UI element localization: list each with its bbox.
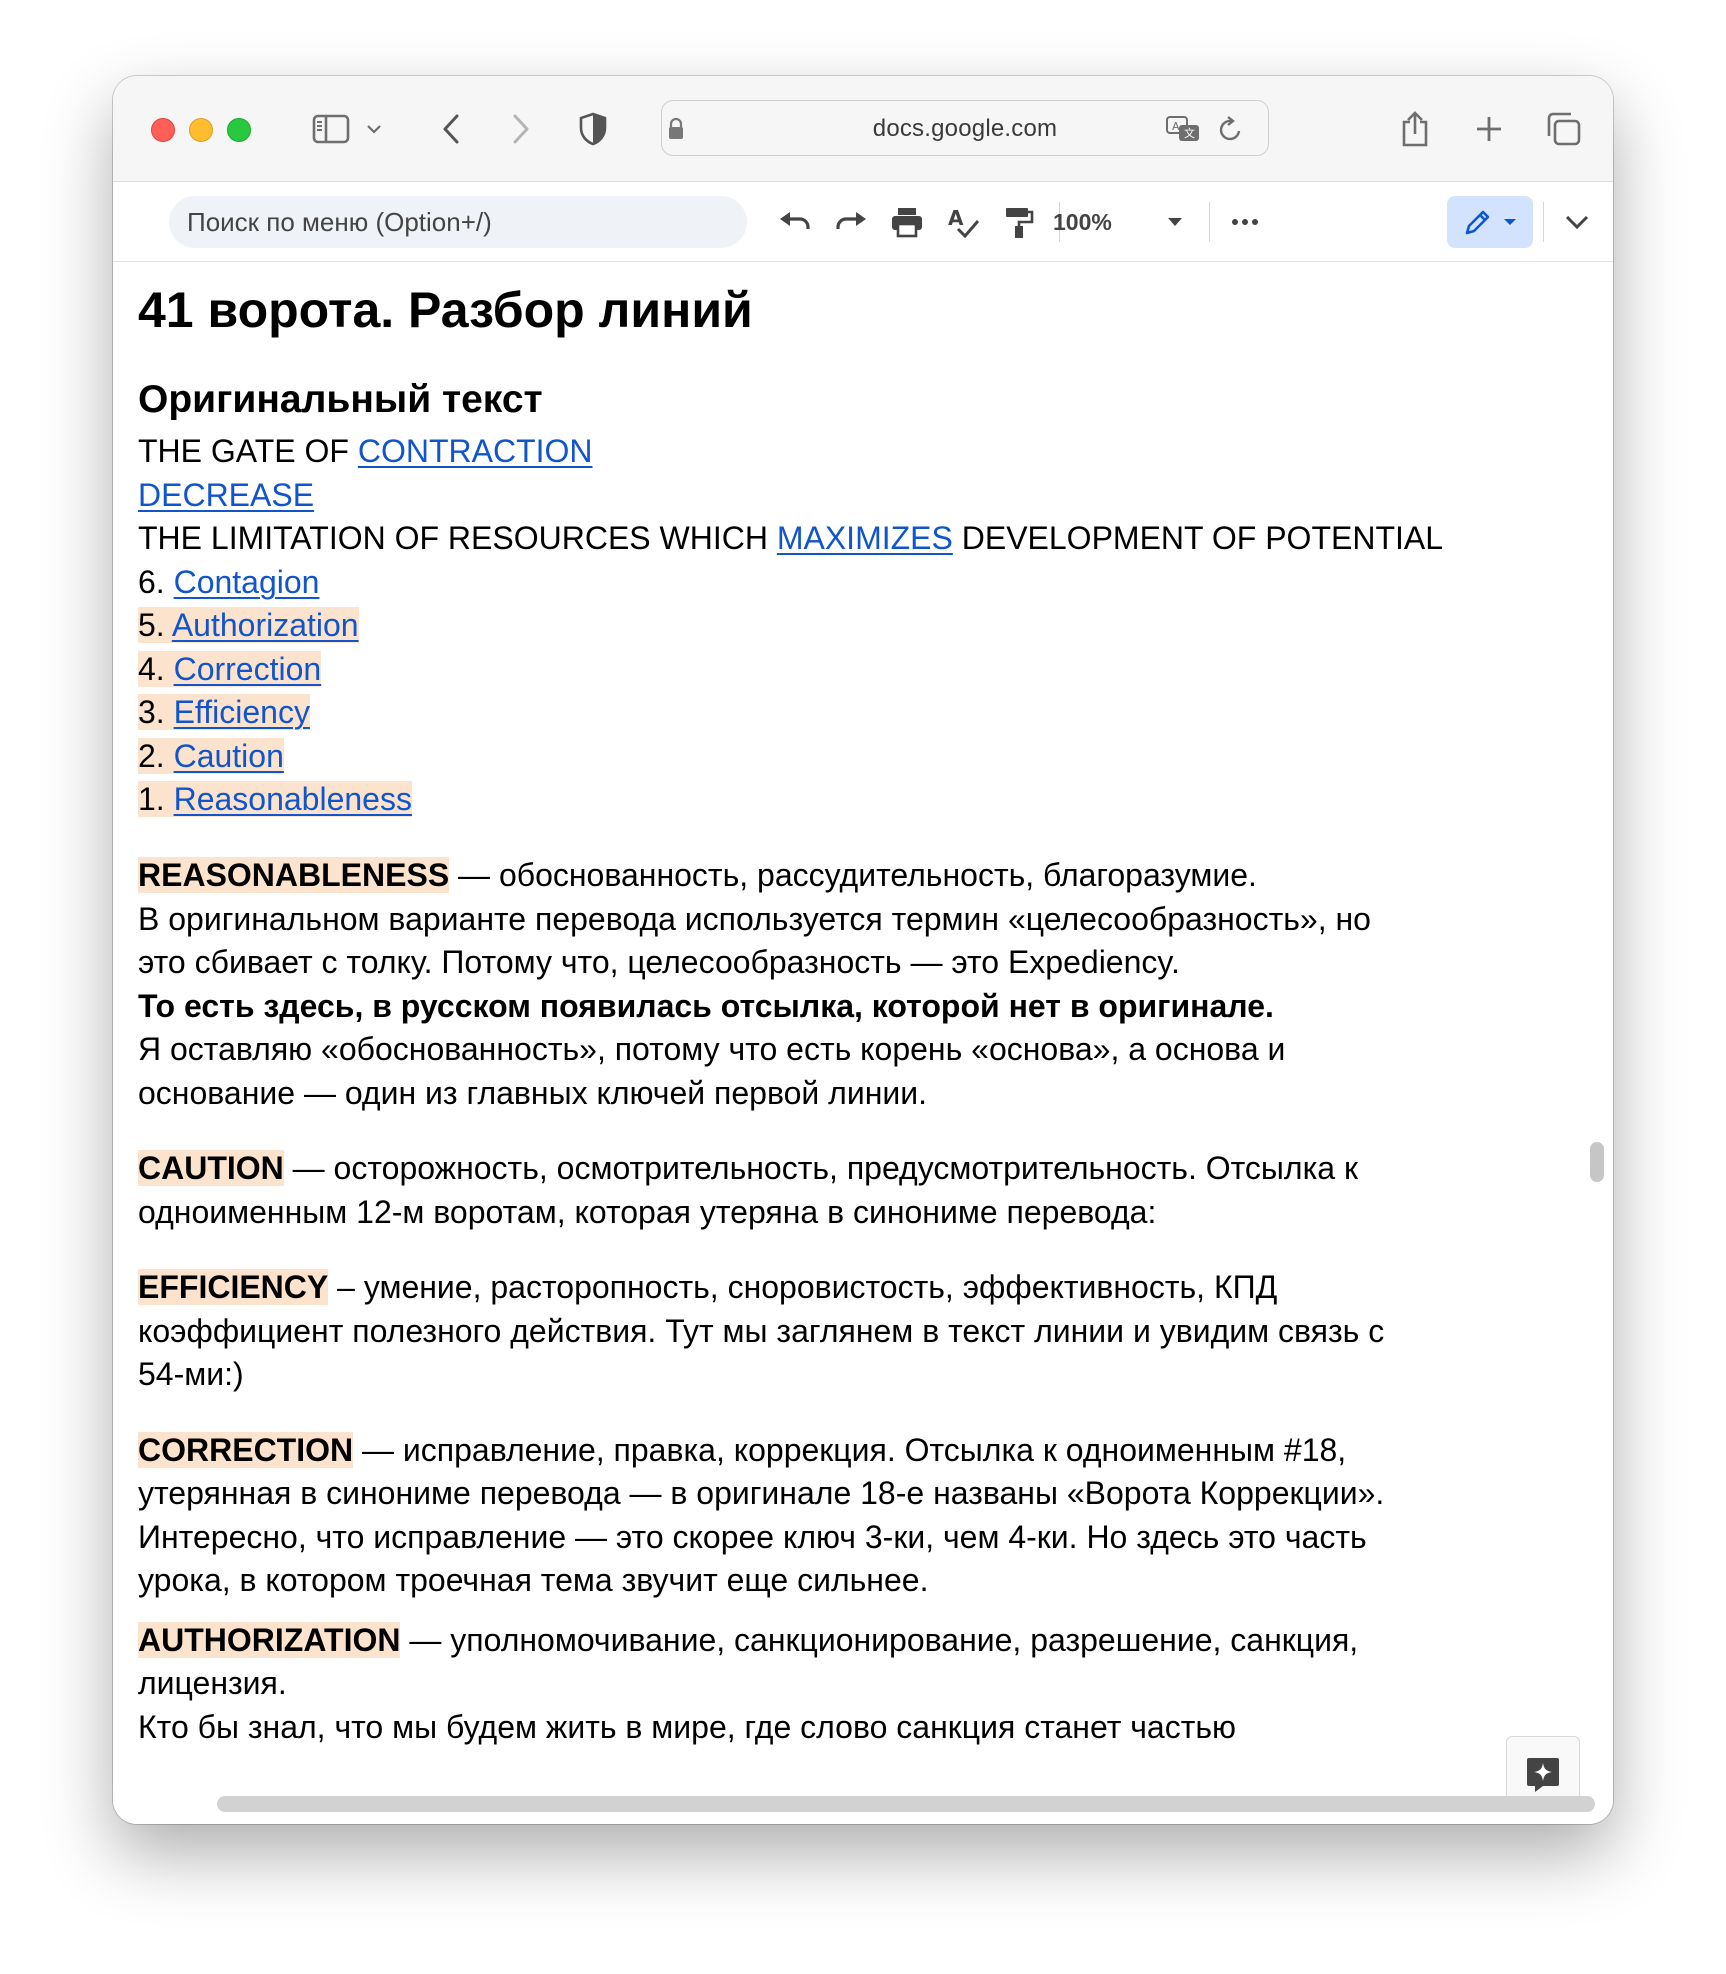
browser-window: docs.google.com A文 Поиск по меню (Option… bbox=[113, 76, 1613, 1824]
maximizes-link[interactable]: MAXIMIZES bbox=[777, 520, 953, 556]
horizontal-scrollbar[interactable] bbox=[217, 1796, 1595, 1812]
term-authorization: AUTHORIZATION bbox=[138, 1622, 401, 1658]
paragraph-line: 54-ми:) bbox=[138, 1356, 244, 1392]
tabs-icon[interactable] bbox=[1541, 106, 1585, 152]
decrease-line: DECREASE bbox=[138, 474, 314, 518]
zoom-dropdown-icon[interactable] bbox=[1161, 200, 1189, 244]
close-window-button[interactable] bbox=[151, 118, 175, 142]
paint-format-icon[interactable] bbox=[997, 200, 1041, 244]
paragraph-line: Кто бы знал, что мы будем жить в мире, г… bbox=[138, 1709, 1237, 1745]
browser-toolbar: docs.google.com A文 bbox=[113, 76, 1613, 182]
gemini-icon bbox=[1527, 1758, 1559, 1792]
paragraph-line: урока, в котором троечная тема звучит ещ… bbox=[138, 1562, 929, 1598]
efficiency-definition: EFFICIENCY – умение, расторопность, снор… bbox=[138, 1269, 1278, 1305]
decrease-link[interactable]: DECREASE bbox=[138, 477, 314, 513]
contraction-link[interactable]: CONTRACTION bbox=[358, 433, 593, 469]
address-bar[interactable]: docs.google.com A文 bbox=[661, 100, 1269, 156]
forward-icon[interactable] bbox=[503, 106, 539, 152]
undo-icon[interactable] bbox=[773, 200, 817, 244]
collapse-toolbar-icon[interactable] bbox=[1557, 200, 1597, 244]
document-canvas[interactable]: 41 ворота. Разбор линий Оригинальный тек… bbox=[113, 262, 1613, 1824]
paragraph-line: лицензия. bbox=[138, 1665, 287, 1701]
term-efficiency: EFFICIENCY bbox=[138, 1269, 329, 1305]
docs-toolbar: Поиск по меню (Option+/) A 100% bbox=[113, 182, 1613, 262]
maximize-window-button[interactable] bbox=[227, 118, 251, 142]
line-item: 2. Caution bbox=[138, 738, 284, 774]
svg-text:A: A bbox=[1172, 120, 1180, 133]
back-icon[interactable] bbox=[433, 106, 469, 152]
contagion-link[interactable]: Contagion bbox=[174, 564, 320, 600]
minimize-window-button[interactable] bbox=[189, 118, 213, 142]
term-reasonableness: REASONABLENESS bbox=[138, 857, 450, 893]
share-icon[interactable] bbox=[1395, 106, 1435, 152]
reasonableness-definition: REASONABLENESS — обоснованность, рассуди… bbox=[138, 857, 1257, 893]
paragraph-line: коэффициент полезного действия. Тут мы з… bbox=[138, 1313, 1385, 1349]
correction-link[interactable]: Correction bbox=[174, 651, 322, 687]
menu-search-input[interactable]: Поиск по меню (Option+/) bbox=[169, 196, 747, 248]
authorization-definition: AUTHORIZATION — уполномочивание, санкцио… bbox=[138, 1622, 1359, 1658]
section-heading: Оригинальный текст bbox=[138, 378, 543, 421]
sidebar-icon[interactable] bbox=[309, 106, 353, 152]
pencil-icon bbox=[1465, 210, 1490, 235]
print-icon[interactable] bbox=[885, 200, 929, 244]
bold-note: То есть здесь, в русском появилась отсыл… bbox=[138, 988, 1274, 1024]
paragraph-line: Я оставляю «обоснованность», потому что … bbox=[138, 1031, 1286, 1067]
term-correction: CORRECTION bbox=[138, 1432, 354, 1468]
editing-mode-button[interactable] bbox=[1447, 196, 1533, 248]
spellcheck-icon[interactable]: A bbox=[941, 200, 985, 244]
lock-icon bbox=[667, 117, 685, 146]
chevron-down-icon[interactable] bbox=[363, 106, 385, 152]
line-item: 3. Efficiency bbox=[138, 694, 310, 730]
line-item: 1. Reasonableness bbox=[138, 781, 412, 817]
line-item: 4. Correction bbox=[138, 651, 322, 687]
caution-definition: CAUTION — осторожность, осмотрительность… bbox=[138, 1150, 1358, 1186]
plus-icon[interactable] bbox=[1469, 106, 1509, 152]
line-item: 6. Contagion bbox=[138, 564, 320, 600]
authorization-link[interactable]: Authorization bbox=[172, 607, 359, 643]
gate-name-line: THE GATE OF CONTRACTION bbox=[138, 433, 593, 469]
shield-icon[interactable] bbox=[573, 106, 613, 152]
reasonableness-link[interactable]: Reasonableness bbox=[174, 781, 412, 817]
limitation-line: THE LIMITATION OF RESOURCES WHICH MAXIMI… bbox=[138, 520, 1444, 556]
chevron-down-icon bbox=[1504, 219, 1516, 225]
paragraph-line: утерянная в синониме перевода — в оригин… bbox=[138, 1475, 1385, 1511]
efficiency-link[interactable]: Efficiency bbox=[174, 694, 310, 730]
paragraph-line: одноименным 12-м воротам, которая утерян… bbox=[138, 1194, 1157, 1230]
more-icon[interactable] bbox=[1225, 200, 1265, 244]
svg-text:A: A bbox=[948, 206, 964, 230]
svg-text:文: 文 bbox=[1184, 126, 1195, 140]
paragraph-line: В оригинальном варианте перевода использ… bbox=[138, 901, 1371, 937]
reload-icon[interactable] bbox=[1218, 115, 1244, 148]
paragraph-line: основание — один из главных ключей перво… bbox=[138, 1075, 928, 1111]
document-title: 41 ворота. Разбор линий bbox=[138, 282, 753, 338]
zoom-select[interactable]: 100% bbox=[1053, 200, 1112, 244]
paragraph-line: это сбивает с толку. Потому что, целесоо… bbox=[138, 944, 1180, 980]
redo-icon[interactable] bbox=[829, 200, 873, 244]
vertical-scrollbar[interactable] bbox=[1590, 1142, 1604, 1182]
caution-link[interactable]: Caution bbox=[174, 738, 284, 774]
line-item: 5. Authorization bbox=[138, 607, 359, 643]
correction-definition: CORRECTION — исправление, правка, коррек… bbox=[138, 1432, 1347, 1468]
paragraph-line: Интересно, что исправление — это скорее … bbox=[138, 1519, 1367, 1555]
term-caution: CAUTION bbox=[138, 1150, 284, 1186]
translate-icon[interactable]: A文 bbox=[1166, 115, 1200, 148]
